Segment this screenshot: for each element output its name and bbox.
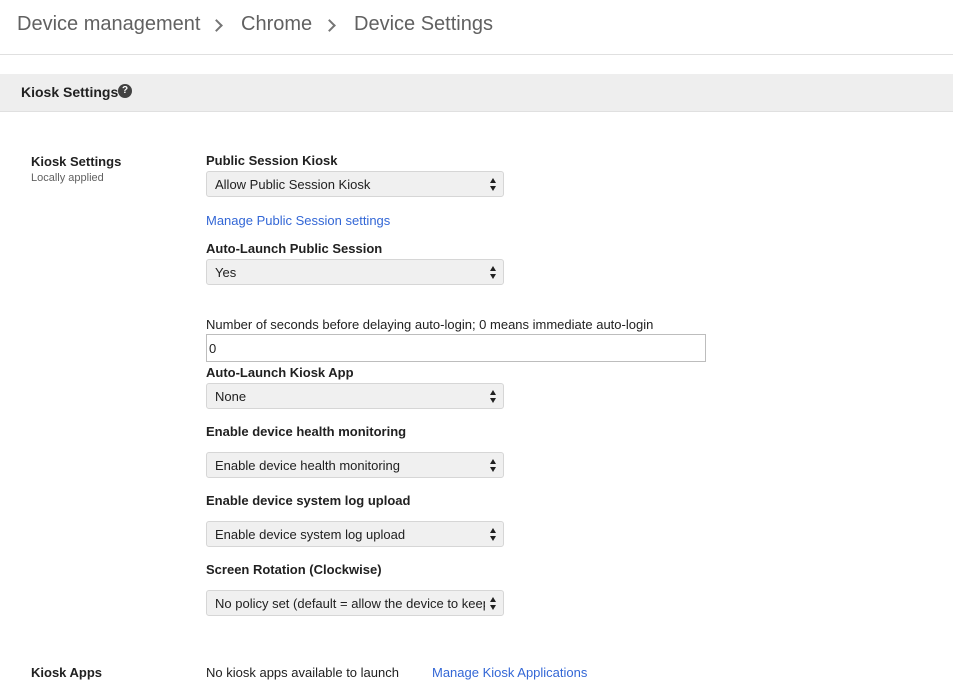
locally-applied-label: Locally applied xyxy=(31,172,104,184)
auto-launch-kiosk-app-select[interactable]: None xyxy=(206,383,504,409)
select-value: None xyxy=(215,389,247,404)
device-health-monitoring-select[interactable]: Enable device health monitoring xyxy=(206,452,504,478)
auto-launch-public-session-select[interactable]: Yes xyxy=(206,259,504,285)
section-title: Kiosk Settings xyxy=(21,84,119,100)
auto-launch-public-session-label: Auto-Launch Public Session xyxy=(206,241,383,256)
select-arrows-icon xyxy=(490,266,498,280)
screen-rotation-label: Screen Rotation (Clockwise) xyxy=(206,562,382,577)
select-arrows-icon xyxy=(490,178,498,192)
auto-login-delay-input[interactable]: 0 xyxy=(206,334,706,362)
manage-public-session-link[interactable]: Manage Public Session settings xyxy=(206,213,390,228)
breadcrumb-device-management[interactable]: Device management xyxy=(17,13,200,36)
kiosk-settings-label: Kiosk Settings xyxy=(31,154,122,169)
select-value: Allow Public Session Kiosk xyxy=(215,177,371,192)
select-value: No policy set (default = allow the devic… xyxy=(215,596,485,611)
select-arrows-icon xyxy=(490,459,498,473)
breadcrumb: Device management Chrome Device Settings xyxy=(0,0,953,55)
input-value: 0 xyxy=(209,341,217,356)
breadcrumb-device-settings: Device Settings xyxy=(354,13,493,35)
chevron-right-icon xyxy=(323,15,336,35)
public-session-kiosk-label: Public Session Kiosk xyxy=(206,153,338,168)
auto-launch-kiosk-app-label: Auto-Launch Kiosk App xyxy=(206,365,354,380)
screen-rotation-select[interactable]: No policy set (default = allow the devic… xyxy=(206,590,504,616)
select-arrows-icon xyxy=(490,528,498,542)
select-arrows-icon xyxy=(490,597,498,611)
manage-kiosk-applications-link[interactable]: Manage Kiosk Applications xyxy=(432,665,587,680)
select-value: Enable device system log upload xyxy=(215,527,406,542)
kiosk-apps-status: No kiosk apps available to launch xyxy=(206,665,399,680)
device-health-monitoring-label: Enable device health monitoring xyxy=(206,424,407,439)
breadcrumb-chrome[interactable]: Chrome xyxy=(241,13,312,36)
device-settings-page: Device management Chrome Device Settings… xyxy=(0,0,953,683)
select-value: Enable device health monitoring xyxy=(215,458,401,473)
public-session-kiosk-select[interactable]: Allow Public Session Kiosk xyxy=(206,171,504,197)
system-log-upload-label: Enable device system log upload xyxy=(206,493,411,508)
system-log-upload-select[interactable]: Enable device system log upload xyxy=(206,521,504,547)
select-arrows-icon xyxy=(490,390,498,404)
section-header: Kiosk Settings ? xyxy=(0,74,953,112)
chevron-right-icon xyxy=(210,15,223,35)
kiosk-apps-label: Kiosk Apps xyxy=(31,665,103,680)
auto-login-delay-label: Number of seconds before delaying auto-l… xyxy=(206,317,654,332)
select-value: Yes xyxy=(215,265,237,280)
help-icon[interactable]: ? xyxy=(118,84,132,98)
